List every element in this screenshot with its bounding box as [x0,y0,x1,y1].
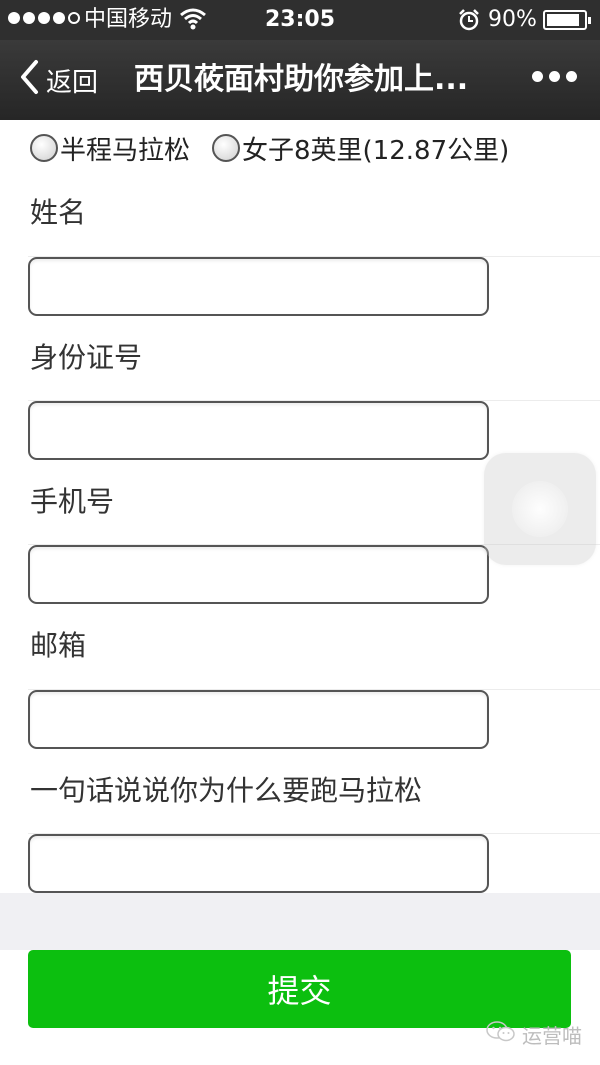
option-label: 半程马拉松 [60,135,191,166]
name-label: 姓名 [30,196,87,229]
wechat-icon [486,1020,516,1049]
watermark-text: 运营喵 [522,1024,582,1048]
option-label: 女子8英里(12.87公里) [242,135,510,166]
assistive-touch-button[interactable] [484,453,596,565]
battery-icon [543,10,591,30]
email-label: 邮箱 [30,629,87,662]
battery-percent: 90% [488,7,537,32]
email-input[interactable] [28,690,489,749]
race-options: 半程马拉松 女子8英里(12.87公里) [30,126,590,170]
phone-label: 手机号 [30,485,115,518]
chevron-left-icon [18,59,40,102]
page-title: 西贝莜面村助你参加上... [134,62,469,97]
name-input[interactable] [28,257,489,316]
alarm-icon [458,9,480,37]
radio-button[interactable] [212,134,241,162]
option-half-marathon[interactable]: 半程马拉松 [30,130,190,167]
status-bar: 中国移动 23:05 90% [0,0,600,40]
submit-button[interactable]: 提交 [28,950,571,1028]
phone-input[interactable] [28,545,489,604]
radio-button[interactable] [30,134,58,162]
back-button[interactable]: 返回 [18,58,98,102]
watermark: 运营喵 [486,1020,582,1049]
option-women-8-mile[interactable]: 女子8英里(12.87公里) [212,130,509,167]
footer-band [0,893,600,950]
back-label: 返回 [46,67,99,98]
id-number-input[interactable] [28,401,489,460]
reason-input[interactable] [28,834,489,893]
more-options-icon[interactable] [532,71,577,82]
reason-label: 一句话说说你为什么要跑马拉松 [30,774,423,807]
id-number-label: 身份证号 [30,341,143,374]
nav-bar: 返回 西贝莜面村助你参加上... [0,40,600,120]
